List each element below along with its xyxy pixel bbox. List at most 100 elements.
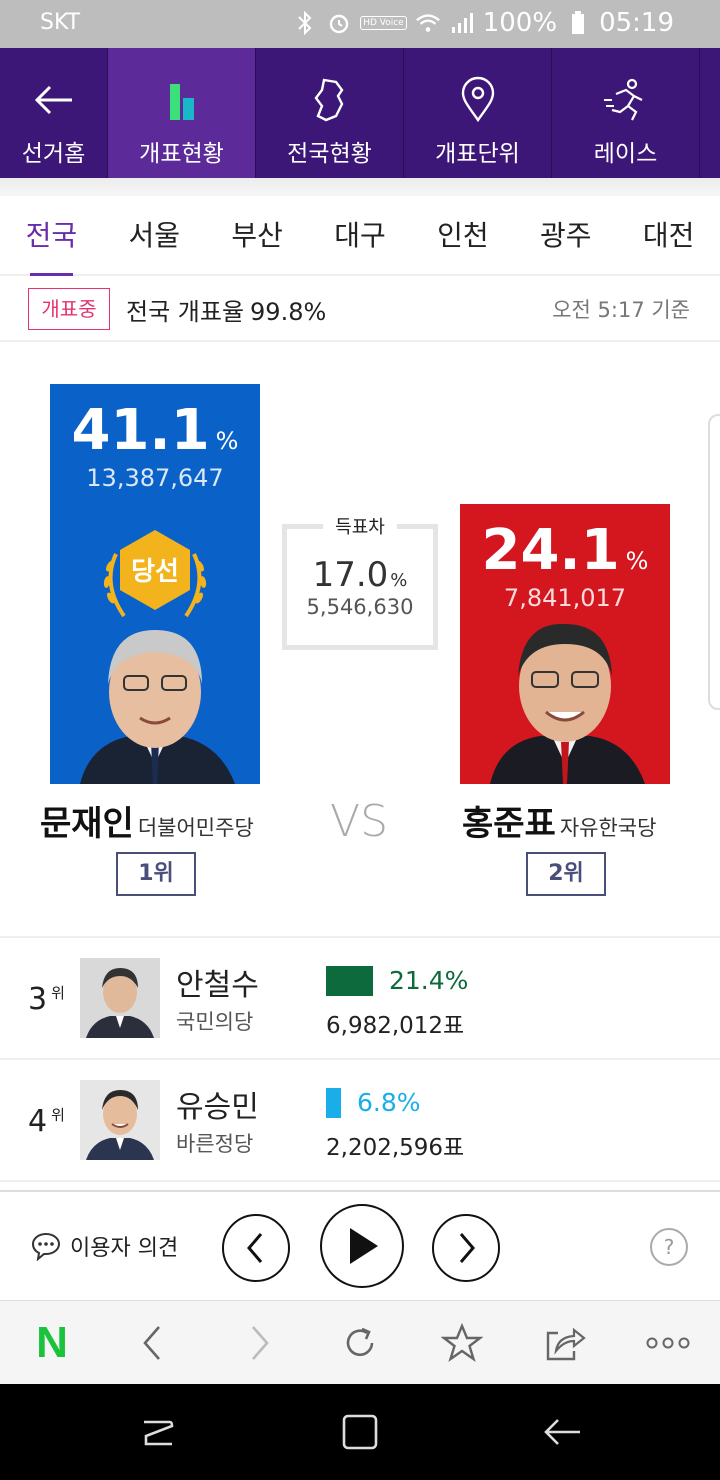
counting-status: 개표중 전국 개표율 99.8% 오전 5:17 기준 <box>0 276 720 342</box>
vote-percent: 6.8% <box>357 1088 421 1117</box>
play-icon <box>350 1228 378 1264</box>
vote-difference-box: 득표차 17.0% 5,546,630 <box>282 513 438 650</box>
star-icon <box>441 1323 483 1362</box>
candidate-party: 바른정당 <box>176 1132 254 1156</box>
nav-item-race[interactable]: 레이스 <box>552 48 700 178</box>
vote-bar <box>326 966 373 996</box>
candidate-card-moon[interactable]: 41.1% 13,387,647 당선 <box>50 384 260 784</box>
winner-label: 당선 <box>131 557 179 587</box>
player-bar: 이용자 의견 ? <box>0 1190 720 1300</box>
divider <box>0 1180 720 1182</box>
battery-percent: 100% <box>482 8 558 38</box>
play-button[interactable] <box>320 1204 404 1288</box>
list-item[interactable]: 3위 안철수 국민의당 21.4% 6,982,012표 <box>0 938 720 1058</box>
share-icon <box>546 1327 586 1361</box>
counting-rate-value: 99.8% <box>250 298 327 326</box>
vote-percent: 24.1% <box>481 518 649 583</box>
vote-count: 7,841,017 <box>503 584 627 612</box>
candidate-party: 자유한국당 <box>559 816 657 840</box>
back-icon[interactable] <box>540 1410 584 1454</box>
alarm-icon <box>326 10 352 36</box>
previous-button[interactable] <box>222 1214 290 1282</box>
tab-gwangju[interactable]: 광주 <box>514 196 617 274</box>
nav-item-label: 레이스 <box>593 141 658 167</box>
candidate-photo-hong <box>490 623 645 784</box>
share-button[interactable] <box>540 1319 588 1367</box>
chevron-left-icon <box>143 1326 160 1360</box>
user-opinion-label: 이용자 의견 <box>70 1236 179 1261</box>
nav-item-label: 선거홈 <box>21 141 86 167</box>
tab-incheon[interactable]: 인천 <box>411 196 514 274</box>
chevron-right-icon <box>459 1233 475 1263</box>
counting-rate: 전국 개표율 99.8% <box>126 292 326 327</box>
counting-badge: 개표중 <box>28 288 110 330</box>
speech-bubble-icon <box>31 1232 61 1261</box>
browser-back-button[interactable] <box>128 1319 176 1367</box>
nav-item-national-status[interactable]: 전국현황 <box>256 48 404 178</box>
scroll-handle[interactable] <box>708 414 720 710</box>
region-tabs: 전국 서울 부산 대구 인천 광주 대전 <box>0 196 720 276</box>
tab-daejeon[interactable]: 대전 <box>617 196 720 274</box>
location-pin-icon <box>461 76 494 123</box>
nav-shadow <box>0 178 720 196</box>
nav-item-count-unit[interactable]: 개표단위 <box>404 48 552 178</box>
vote-bar <box>326 1088 341 1118</box>
candidate-photo-yoo <box>80 1080 160 1160</box>
tab-nationwide[interactable]: 전국 <box>0 196 103 276</box>
naver-logo-icon: N <box>36 1318 68 1367</box>
more-button[interactable] <box>644 1319 692 1367</box>
back-arrow-icon <box>34 85 72 115</box>
hd-voice-icon: HD Voice <box>360 16 407 30</box>
refresh-button[interactable] <box>336 1319 384 1367</box>
bluetooth-icon <box>292 10 318 36</box>
naver-home-button[interactable]: N <box>28 1318 76 1367</box>
chevron-right-icon <box>252 1326 269 1360</box>
difference-votes: 5,546,630 <box>306 595 414 619</box>
top-nav: 선거홈 개표현황 전국현황 개표단위 레이스 <box>0 48 720 178</box>
next-button[interactable] <box>432 1214 500 1282</box>
user-opinion-button[interactable]: 이용자 의견 <box>30 1230 178 1262</box>
vote-count: 2,202,596표 <box>326 1135 465 1161</box>
wifi-icon <box>415 10 441 36</box>
more-dots-icon <box>646 1337 690 1349</box>
android-nav-bar <box>0 1384 720 1480</box>
bookmark-button[interactable] <box>438 1319 486 1367</box>
nav-item-election-home[interactable]: 선거홈 <box>0 48 108 178</box>
counting-time: 오전 5:17 기준 <box>552 298 690 322</box>
browser-forward-button[interactable] <box>236 1319 284 1367</box>
candidate-name-hong: 홍준표 자유한국당 <box>462 804 657 844</box>
tab-daegu[interactable]: 대구 <box>309 196 412 274</box>
list-item[interactable]: 4위 유승민 바른정당 6.8% 2,202,596표 <box>0 1060 720 1180</box>
vote-percent: 41.1% <box>71 398 239 463</box>
nav-item-label: 개표단위 <box>435 141 520 167</box>
tab-seoul[interactable]: 서울 <box>103 196 206 274</box>
carrier-label: SKT <box>40 10 81 35</box>
vote-count: 6,982,012표 <box>326 1013 465 1039</box>
battery-icon <box>565 10 591 36</box>
candidate-photo-moon <box>80 630 235 784</box>
signal-icon <box>449 10 475 36</box>
difference-title: 득표차 <box>323 513 397 539</box>
rank-badge: 1위 <box>116 852 196 896</box>
rank-badge: 2위 <box>526 852 606 896</box>
browser-toolbar: N <box>0 1300 720 1384</box>
tab-busan[interactable]: 부산 <box>206 196 309 274</box>
recent-apps-icon[interactable] <box>136 1410 180 1454</box>
candidate-card-hong[interactable]: 24.1% 7,841,017 <box>460 504 670 784</box>
help-button[interactable]: ? <box>650 1228 688 1266</box>
home-icon[interactable] <box>338 1410 382 1454</box>
status-bar: SKT HD Voice 100% 05:19 <box>0 0 720 48</box>
vs-label: VS <box>330 796 389 847</box>
chevron-left-icon <box>247 1233 263 1263</box>
difference-percent: 17.0% <box>312 555 408 595</box>
candidate-name: 유승민 <box>176 1090 259 1125</box>
candidate-party: 더불어민주당 <box>137 816 254 840</box>
vote-count: 13,387,647 <box>86 464 224 492</box>
bar-chart-icon <box>169 84 194 120</box>
candidate-party: 국민의당 <box>176 1010 254 1034</box>
candidate-name-moon: 문재인 더불어민주당 <box>40 804 254 844</box>
korea-map-icon <box>314 78 343 122</box>
nav-item-count-status[interactable]: 개표현황 <box>108 48 256 178</box>
counting-label: 전국 개표율 <box>126 298 245 326</box>
nav-item-label: 개표현황 <box>139 141 224 167</box>
